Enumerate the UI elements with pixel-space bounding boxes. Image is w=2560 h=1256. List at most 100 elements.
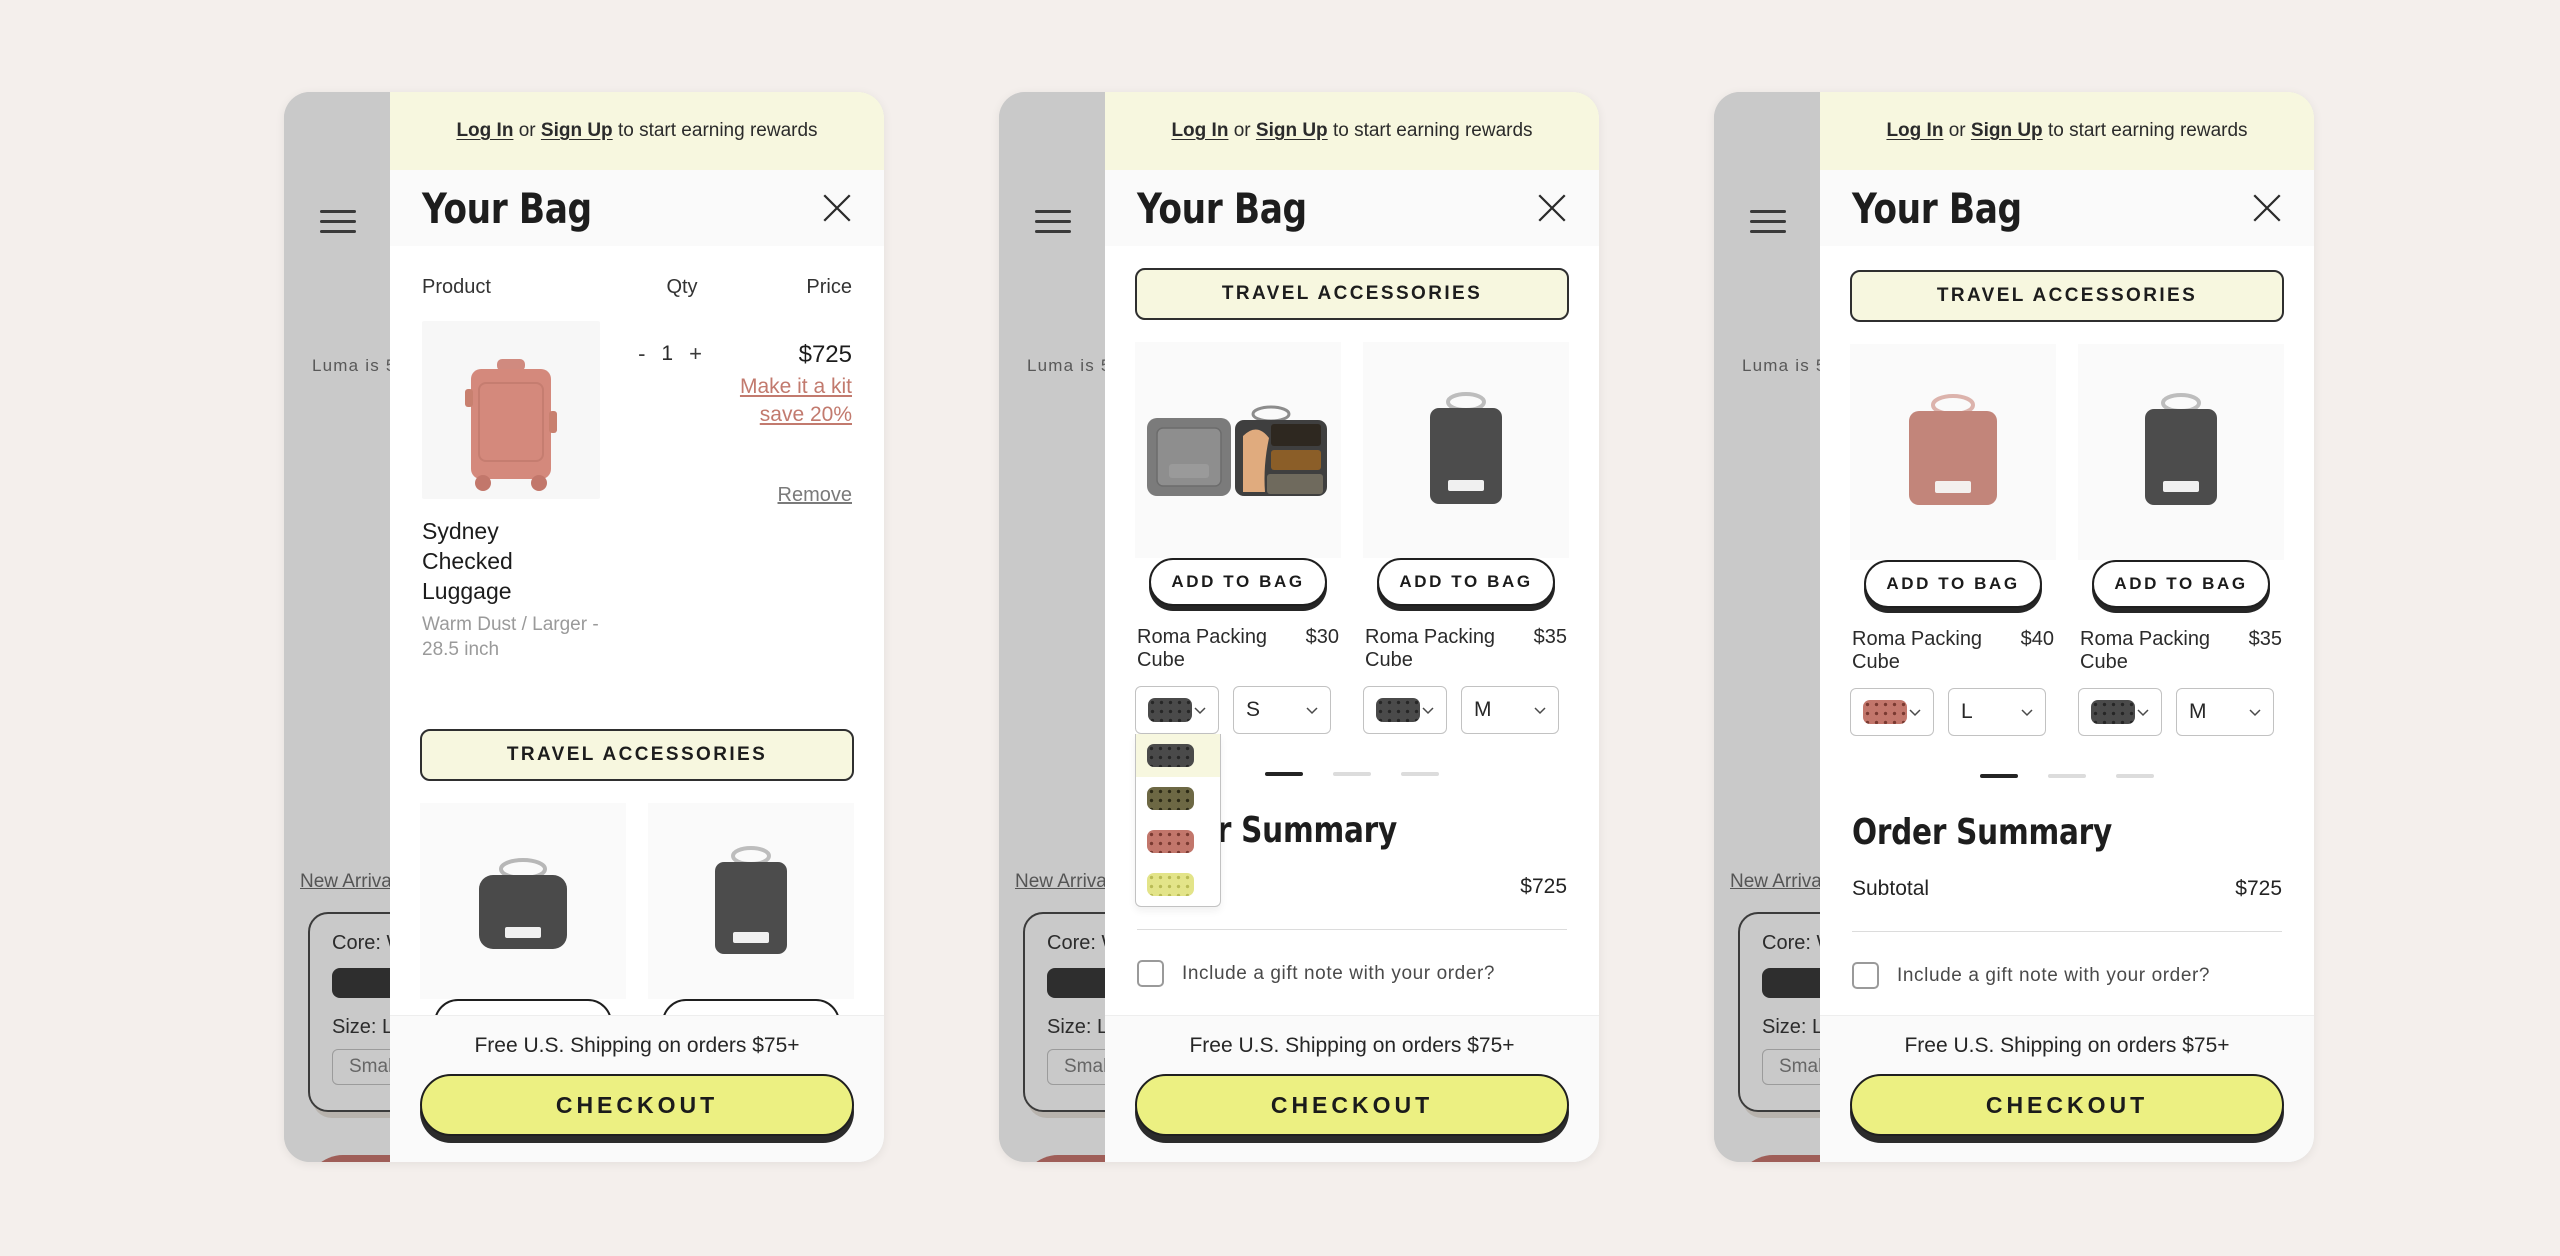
carousel-dot-1[interactable]: [1980, 774, 2018, 778]
sign-up-link[interactable]: Sign Up: [541, 120, 613, 141]
packing-cube-open-icon: [1147, 405, 1327, 496]
add-to-bag-button[interactable]: ADD TO BAG: [662, 998, 840, 1015]
sign-up-link[interactable]: Sign Up: [1971, 120, 2043, 141]
summary-divider: [1137, 929, 1567, 930]
accessory-image[interactable]: [2078, 344, 2284, 560]
screenshot-stage: Luma is 5 New Arrivals Core: W Size: La …: [0, 0, 2560, 1256]
hamburger-icon[interactable]: [320, 210, 356, 234]
drawer-header-3: Your Bag: [1820, 170, 2314, 246]
subtotal-row: Subtotal $725: [1820, 877, 2314, 901]
color-select[interactable]: [2078, 688, 2162, 736]
size-value: M: [1474, 698, 1492, 721]
accessory-meta: Roma Packing Cube $30: [1135, 626, 1341, 672]
size-value: L: [1961, 700, 1973, 723]
carousel-dot-2[interactable]: [2048, 774, 2086, 778]
accessory-image[interactable]: [1363, 342, 1569, 558]
cart-drawer-1: Log In or Sign Up to start earning rewar…: [390, 92, 884, 1162]
color-option-dark[interactable]: [1136, 734, 1220, 777]
make-it-a-kit-link[interactable]: Make it a kit save 20%: [730, 373, 852, 428]
accessory-selects: M: [2078, 688, 2284, 736]
kit-line-2: save 20%: [759, 402, 852, 426]
color-select[interactable]: [1850, 688, 1934, 736]
close-icon[interactable]: [1535, 191, 1569, 225]
packing-cube-icon: [2145, 393, 2217, 505]
accessory-card: ADD TO BAG Roma Packing Cube $35 M: [2078, 344, 2284, 736]
drawer-body-2: TRAVEL ACCESSORIES ADD TO BAG Roma Packi…: [1105, 246, 1599, 1015]
rewards-promo-bar: Log In or Sign Up to start earning rewar…: [1105, 92, 1599, 170]
accessory-image[interactable]: [420, 802, 626, 999]
size-select[interactable]: S: [1233, 686, 1331, 734]
add-to-bag-button[interactable]: ADD TO BAG: [2092, 560, 2270, 608]
accessory-meta: Roma Packing Cube $40: [1850, 628, 2056, 674]
rewards-promo-bar: Log In or Sign Up to start earning rewar…: [1820, 92, 2314, 170]
sign-up-link[interactable]: Sign Up: [1256, 120, 1328, 141]
log-in-link[interactable]: Log In: [1171, 120, 1228, 141]
size-select[interactable]: M: [1461, 686, 1559, 734]
color-select-open[interactable]: [1135, 686, 1221, 907]
col-product: Product: [422, 276, 491, 298]
add-to-bag-button[interactable]: ADD TO BAG: [1864, 560, 2042, 608]
packing-cube-icon: [1430, 392, 1502, 504]
checkout-button[interactable]: CHECKOUT: [1850, 1074, 2284, 1136]
size-select[interactable]: M: [2176, 688, 2274, 736]
subtotal-value: $725: [1520, 875, 1567, 898]
color-select[interactable]: [1363, 686, 1447, 734]
travel-accessories-heading[interactable]: TRAVEL ACCESSORIES: [420, 728, 854, 781]
color-swatch-rust: [1863, 700, 1907, 724]
accessory-name: Roma Packing Cube: [1137, 626, 1268, 671]
luggage-image: [465, 359, 557, 491]
color-select-dropdown[interactable]: [1135, 734, 1221, 907]
log-in-link[interactable]: Log In: [456, 120, 513, 141]
qty-value: 1: [661, 342, 674, 365]
color-swatch-olive: [1147, 787, 1194, 810]
travel-accessories-heading[interactable]: TRAVEL ACCESSORIES: [1850, 270, 2284, 322]
color-option-olive[interactable]: [1136, 777, 1220, 820]
promo-tail: to start earning rewards: [1327, 120, 1533, 141]
add-to-bag-button[interactable]: ADD TO BAG: [1149, 558, 1327, 606]
hamburger-icon[interactable]: [1035, 210, 1071, 234]
color-option-rust[interactable]: [1136, 820, 1220, 863]
product-name[interactable]: Sydney Checked Luggage: [422, 517, 592, 607]
promo-or: or: [1228, 120, 1256, 141]
qty-increment-button[interactable]: +: [689, 341, 702, 367]
carousel-dot-3[interactable]: [1401, 772, 1439, 776]
qty-stepper: - 1 +: [610, 321, 730, 663]
accessory-image[interactable]: [648, 802, 854, 999]
luma-banner-text: Luma is 5: [1742, 356, 1827, 375]
promo-or: or: [513, 120, 541, 141]
order-summary-title: Order Summary: [1852, 812, 2112, 853]
item-price: $725: [798, 341, 852, 368]
log-in-link[interactable]: Log In: [1886, 120, 1943, 141]
gift-note-checkbox[interactable]: [1852, 962, 1879, 989]
qty-decrement-button[interactable]: -: [638, 341, 645, 367]
gift-note-label: Include a gift note with your order?: [1182, 962, 1496, 984]
travel-accessories-heading[interactable]: TRAVEL ACCESSORIES: [1135, 268, 1569, 320]
chevron-down-icon: [1194, 707, 1206, 715]
close-icon[interactable]: [2250, 191, 2284, 225]
add-to-bag-button[interactable]: ADD TO BAG: [434, 998, 612, 1015]
packing-cube-icon: [479, 857, 567, 949]
accessory-image[interactable]: [1850, 344, 2056, 560]
checkout-button[interactable]: CHECKOUT: [420, 1074, 854, 1136]
remove-item-link[interactable]: Remove: [730, 484, 852, 507]
carousel-dot-1[interactable]: [1265, 772, 1303, 776]
checkout-button[interactable]: CHECKOUT: [1135, 1074, 1569, 1136]
size-value: M: [2189, 700, 2207, 723]
hamburger-icon[interactable]: [1750, 210, 1786, 234]
packing-cube-icon: [715, 845, 787, 954]
color-option-lemon[interactable]: [1136, 863, 1220, 906]
carousel-dot-2[interactable]: [1333, 772, 1371, 776]
chevron-down-icon: [1422, 707, 1434, 715]
accessory-name: Roma Packing Cube: [2080, 628, 2211, 673]
carousel-dot-3[interactable]: [2116, 774, 2154, 778]
accessory-image[interactable]: [1135, 342, 1341, 558]
product-thumbnail[interactable]: [422, 321, 600, 499]
price-cell: $725 Make it a kit save 20% Remove: [730, 321, 852, 663]
gift-note-checkbox[interactable]: [1137, 960, 1164, 987]
size-select[interactable]: L: [1948, 688, 2046, 736]
color-swatch-dark: [1148, 698, 1192, 722]
close-icon[interactable]: [820, 191, 854, 225]
add-to-bag-button[interactable]: ADD TO BAG: [1377, 558, 1555, 606]
chevron-down-icon: [2021, 709, 2033, 717]
promo-tail: to start earning rewards: [2042, 120, 2248, 141]
